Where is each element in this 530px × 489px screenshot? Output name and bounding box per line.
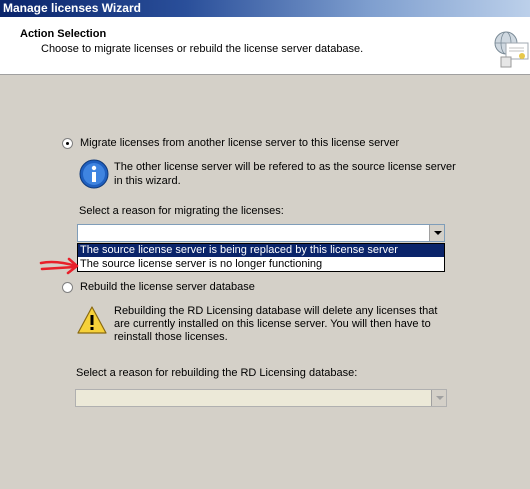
- migrate-radio-label[interactable]: Migrate licenses from another license se…: [80, 137, 399, 149]
- dropdown-option-not-functioning[interactable]: The source license server is no longer f…: [78, 258, 444, 271]
- info-icon: [79, 159, 109, 189]
- page-subtitle: Choose to migrate licenses or rebuild th…: [41, 43, 364, 55]
- title-bar: Manage licenses Wizard: [0, 0, 530, 17]
- migrate-reason-select[interactable]: [77, 224, 445, 242]
- wizard-header: Action Selection Choose to migrate licen…: [0, 17, 530, 75]
- warning-text-line1: Rebuilding the RD Licensing database wil…: [114, 305, 438, 317]
- rebuild-radio-label[interactable]: Rebuild the license server database: [80, 281, 255, 293]
- window-title: Manage licenses Wizard: [3, 1, 141, 15]
- page-title: Action Selection: [20, 28, 107, 40]
- red-arrow-annotation-icon: [39, 257, 79, 275]
- info-text-line2: in this wizard.: [114, 175, 181, 187]
- migrate-reason-label: Select a reason for migrating the licens…: [79, 205, 284, 217]
- rebuild-radio[interactable]: [62, 282, 73, 293]
- rebuild-reason-select[interactable]: [75, 389, 447, 407]
- rebuild-reason-label: Select a reason for rebuilding the RD Li…: [76, 367, 358, 379]
- certificate-globe-icon: [494, 31, 529, 68]
- migrate-reason-dropdown-button[interactable]: [429, 225, 444, 241]
- migrate-radio[interactable]: [62, 138, 73, 149]
- info-text-line1: The other license server will be refered…: [114, 161, 456, 173]
- migrate-reason-dropdown-list: The source license server is being repla…: [77, 243, 445, 272]
- warning-text-line3: reinstall those licenses.: [114, 331, 228, 343]
- dropdown-option-replaced[interactable]: The source license server is being repla…: [78, 244, 444, 257]
- warning-text-line2: are currently installed on this license …: [114, 318, 431, 330]
- warning-icon: [77, 306, 107, 334]
- rebuild-reason-dropdown-button[interactable]: [431, 390, 446, 406]
